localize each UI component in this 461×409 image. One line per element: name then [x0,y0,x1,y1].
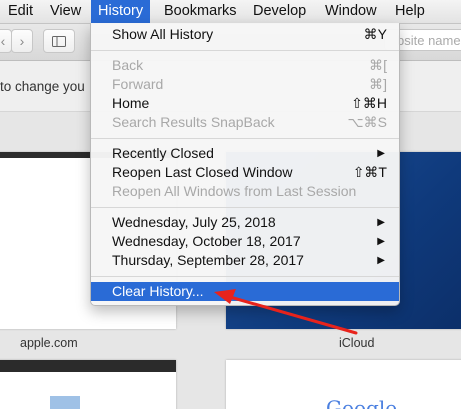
menu-develop[interactable]: Develop [246,0,313,23]
tile-site-3-image [50,396,80,409]
tile-site-3-navbar [0,360,176,372]
tile-site-3[interactable] [0,360,176,409]
menu-item-history-day-2[interactable]: Wednesday, October 18, 2017 ▶ [91,232,399,251]
menu-edit[interactable]: Edit [1,0,40,23]
menu-separator [91,276,399,277]
menu-item-back[interactable]: Back ⌘[ [91,56,399,75]
menu-item-search-results-snapback[interactable]: Search Results SnapBack ⌥⌘S [91,113,399,132]
forward-button[interactable]: › [11,29,33,53]
menu-item-clear-history[interactable]: Clear History... [91,282,399,301]
menu-window[interactable]: Window [318,0,384,23]
menu-bookmarks[interactable]: Bookmarks [157,0,244,23]
menu-item-history-day-1[interactable]: Wednesday, July 25, 2018 ▶ [91,213,399,232]
sidebar-icon [52,35,66,47]
submenu-arrow-icon: ▶ [377,148,385,159]
menu-separator [91,207,399,208]
menu-item-recently-closed[interactable]: Recently Closed ▶ [91,144,399,163]
chevron-left-icon: ‹ [0,33,6,49]
screen: Edit View History Bookmarks Develop Wind… [0,0,461,409]
submenu-arrow-icon: ▶ [377,217,385,228]
shortcut-label: ⌥⌘S [347,114,387,130]
shortcut-label: ⌘[ [369,57,387,73]
menu-help[interactable]: Help [388,0,432,23]
menu-item-show-all-history[interactable]: Show All History ⌘Y [91,25,399,44]
tile-apple-label: apple.com [20,336,78,350]
shortcut-label: ⇧⌘H [351,95,387,111]
menu-history[interactable]: History [91,0,151,23]
menu-item-reopen-last-closed-window[interactable]: Reopen Last Closed Window ⇧⌘T [91,163,399,182]
tile-icloud-label: iCloud [339,336,375,350]
tile-google[interactable]: Google [226,360,461,409]
submenu-arrow-icon: ▶ [377,255,385,266]
banner-text: to change you [0,79,85,94]
menu-item-history-day-3[interactable]: Thursday, September 28, 2017 ▶ [91,251,399,270]
submenu-arrow-icon: ▶ [377,236,385,247]
menu-item-forward[interactable]: Forward ⌘] [91,75,399,94]
menu-item-home[interactable]: Home ⇧⌘H [91,94,399,113]
menu-item-reopen-all-windows[interactable]: Reopen All Windows from Last Session [91,182,399,201]
menu-separator [91,138,399,139]
google-logo-text: Google [326,396,398,409]
history-menu: Show All History ⌘Y Back ⌘[ Forward ⌘] H… [90,23,400,306]
chevron-right-icon: › [19,33,25,49]
menu-separator [91,50,399,51]
shortcut-label: ⌘Y [363,26,387,42]
shortcut-label: ⇧⌘T [352,164,387,180]
sidebar-button[interactable] [43,29,75,53]
menu-bar: Edit View History Bookmarks Develop Wind… [0,0,461,24]
shortcut-label: ⌘] [369,76,387,92]
menu-view[interactable]: View [43,0,88,23]
